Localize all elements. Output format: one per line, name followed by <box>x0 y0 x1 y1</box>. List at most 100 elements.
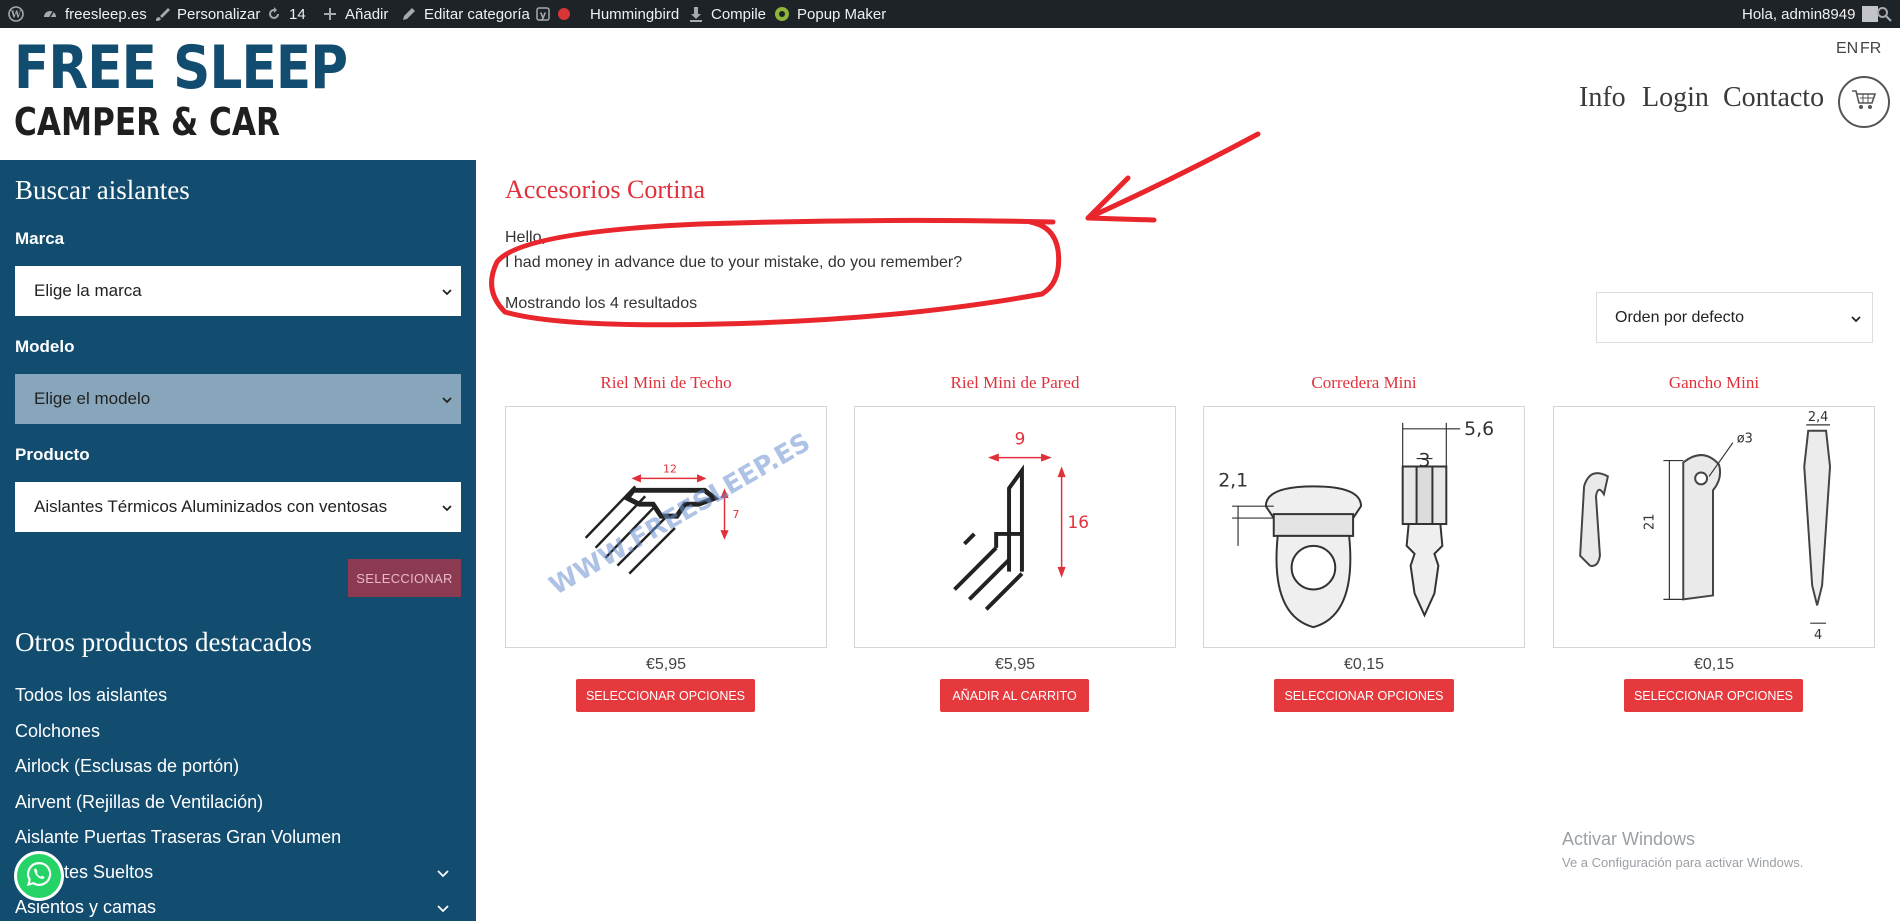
product-image[interactable]: 12 7 WWW.FREESLEEP.ES <box>505 406 827 648</box>
chevron-down-icon <box>441 499 453 512</box>
dashboard-icon <box>42 6 58 22</box>
greeting-label: Hola, admin8949 <box>1742 5 1856 23</box>
description-line-1: Hello, <box>505 229 546 246</box>
add-to-cart-button[interactable]: AÑADIR AL CARRITO <box>940 679 1089 712</box>
dimension-label: 5,6 <box>1464 419 1494 440</box>
model-label: Modelo <box>15 337 75 356</box>
chevron-down-icon[interactable] <box>436 866 450 878</box>
category-link[interactable]: Aislante Puertas Traseras Gran Volumen <box>15 827 341 848</box>
add-new-link[interactable]: Añadir <box>322 0 388 28</box>
cart-icon <box>1851 89 1877 116</box>
product-image[interactable]: 9 16 <box>854 406 1176 648</box>
featured-title: Otros productos destacados <box>15 627 312 657</box>
category-link[interactable]: Airvent (Rejillas de Ventilación) <box>15 792 263 813</box>
category-link[interactable]: Airlock (Esclusas de portón) <box>15 756 239 777</box>
refresh-icon <box>266 6 282 22</box>
my-account-link[interactable]: Hola, admin8949 <box>1742 0 1879 28</box>
dimension-label: 2,1 <box>1218 470 1248 491</box>
product-price: €0,15 <box>1693 656 1735 673</box>
nav-login-link[interactable]: Login <box>1642 82 1709 114</box>
customize-link[interactable]: Personalizar <box>154 0 260 28</box>
page-title: Accesorios Cortina <box>505 175 706 204</box>
product-title-link[interactable]: Riel Mini de Pared <box>854 373 1176 393</box>
windows-activation-subtitle: Ve a Configuración para activar Windows. <box>1562 855 1804 870</box>
annotation-arrow-shaft <box>1085 131 1261 221</box>
brush-icon <box>154 6 170 22</box>
product-image[interactable]: 5,6 3 2,1 <box>1203 406 1525 648</box>
wordpress-logo-button[interactable]: W <box>8 0 24 28</box>
nav-contact-link[interactable]: Contacto <box>1723 82 1824 114</box>
image-watermark: WWW.FREESLEEP.ES <box>544 428 815 602</box>
logo-camper-car[interactable]: CAMPER & CAR <box>14 99 280 145</box>
select-options-button[interactable]: SELECCIONAR OPCIONES <box>1624 679 1803 712</box>
compile-link[interactable]: Compile <box>688 0 766 28</box>
plus-icon <box>322 6 338 22</box>
brand-label: Marca <box>15 229 65 248</box>
cart-button[interactable] <box>1838 76 1890 128</box>
search-icon <box>1876 6 1892 22</box>
updates-link[interactable]: 14 <box>266 0 306 28</box>
product-title-link[interactable]: Corredera Mini <box>1203 373 1525 393</box>
wordpress-icon: W <box>8 6 24 22</box>
dimension-label: 21 <box>1643 514 1658 530</box>
product-price: €0,15 <box>1343 656 1385 673</box>
brand-select-value: Elige la marca <box>34 281 142 300</box>
dimension-label: ø3 <box>1737 432 1753 447</box>
product-price: €5,95 <box>645 656 687 673</box>
admin-search-button[interactable] <box>1876 0 1892 28</box>
dimension-label: 9 <box>1015 429 1026 449</box>
svg-text:y: y <box>540 10 547 21</box>
site-name-label: freesleep.es <box>65 5 147 23</box>
hummingbird-link[interactable]: Hummingbird <box>590 0 679 28</box>
sidebar: Buscar aislantes Marca Elige la marca Mo… <box>0 160 476 921</box>
popup-maker-link[interactable]: Popup Maker <box>774 0 886 28</box>
chevron-down-icon <box>441 391 453 404</box>
search-title: Buscar aislantes <box>15 175 190 205</box>
brand-select[interactable]: Elige la marca <box>15 266 461 316</box>
dimension-label: 2,4 <box>1808 410 1828 425</box>
seo-status-dot <box>558 8 570 20</box>
sort-select[interactable]: Orden por defecto <box>1596 292 1873 343</box>
site-name-link[interactable]: freesleep.es <box>42 0 147 28</box>
product-title-link[interactable]: Riel Mini de Techo <box>505 373 827 393</box>
updates-count: 14 <box>289 5 306 23</box>
compile-label: Compile <box>711 5 767 23</box>
customize-label: Personalizar <box>177 5 261 23</box>
edit-category-label: Editar categoría <box>424 5 530 23</box>
windows-activation-title: Activar Windows <box>1562 829 1696 849</box>
download-icon <box>688 6 704 22</box>
pencil-icon <box>401 6 417 22</box>
model-select-value: Elige el modelo <box>34 389 151 408</box>
yoast-seo-button[interactable]: y <box>535 0 570 28</box>
product-label: Producto <box>15 445 90 464</box>
dimension-label: 3 <box>1419 451 1431 472</box>
svg-text:W: W <box>10 11 22 21</box>
product-select[interactable]: Aislantes Térmicos Aluminizados con vent… <box>15 482 461 532</box>
results-count: Mostrando los 4 resultados <box>505 295 698 312</box>
logo-free-sleep[interactable]: FREE SLEEP <box>14 32 348 104</box>
lang-en-link[interactable]: EN <box>1836 40 1858 58</box>
admin-bar: W freesleep.es Personalizar 14 Añadir Ed… <box>0 0 1900 28</box>
dimension-label: 16 <box>1068 512 1089 532</box>
lang-fr-link[interactable]: FR <box>1860 40 1881 58</box>
annotation-arrow-head <box>1085 175 1157 223</box>
product-image[interactable]: 2,4 ø3 21 4 <box>1553 406 1875 648</box>
select-options-button[interactable]: SELECCIONAR OPCIONES <box>576 679 755 712</box>
yoast-icon: y <box>535 6 551 22</box>
category-link[interactable]: Colchones <box>15 721 100 742</box>
dimension-label: 4 <box>1814 628 1822 643</box>
description-line-2: I had money in advance due to your mista… <box>505 254 963 271</box>
sort-select-value: Orden por defecto <box>1615 308 1744 326</box>
category-link[interactable]: Todos los aislantes <box>15 685 167 706</box>
select-options-button[interactable]: SELECCIONAR OPCIONES <box>1274 679 1454 712</box>
product-title-link[interactable]: Gancho Mini <box>1553 373 1875 393</box>
chevron-down-icon[interactable] <box>436 901 450 913</box>
select-button[interactable]: SELECCIONAR <box>348 559 461 597</box>
chevron-down-icon <box>441 283 453 296</box>
popup-maker-label: Popup Maker <box>797 5 887 23</box>
edit-category-link[interactable]: Editar categoría <box>401 0 530 28</box>
nav-info-link[interactable]: Info <box>1579 82 1626 114</box>
whatsapp-button[interactable] <box>14 851 64 901</box>
model-select[interactable]: Elige el modelo <box>15 374 461 424</box>
add-new-label: Añadir <box>345 5 389 23</box>
